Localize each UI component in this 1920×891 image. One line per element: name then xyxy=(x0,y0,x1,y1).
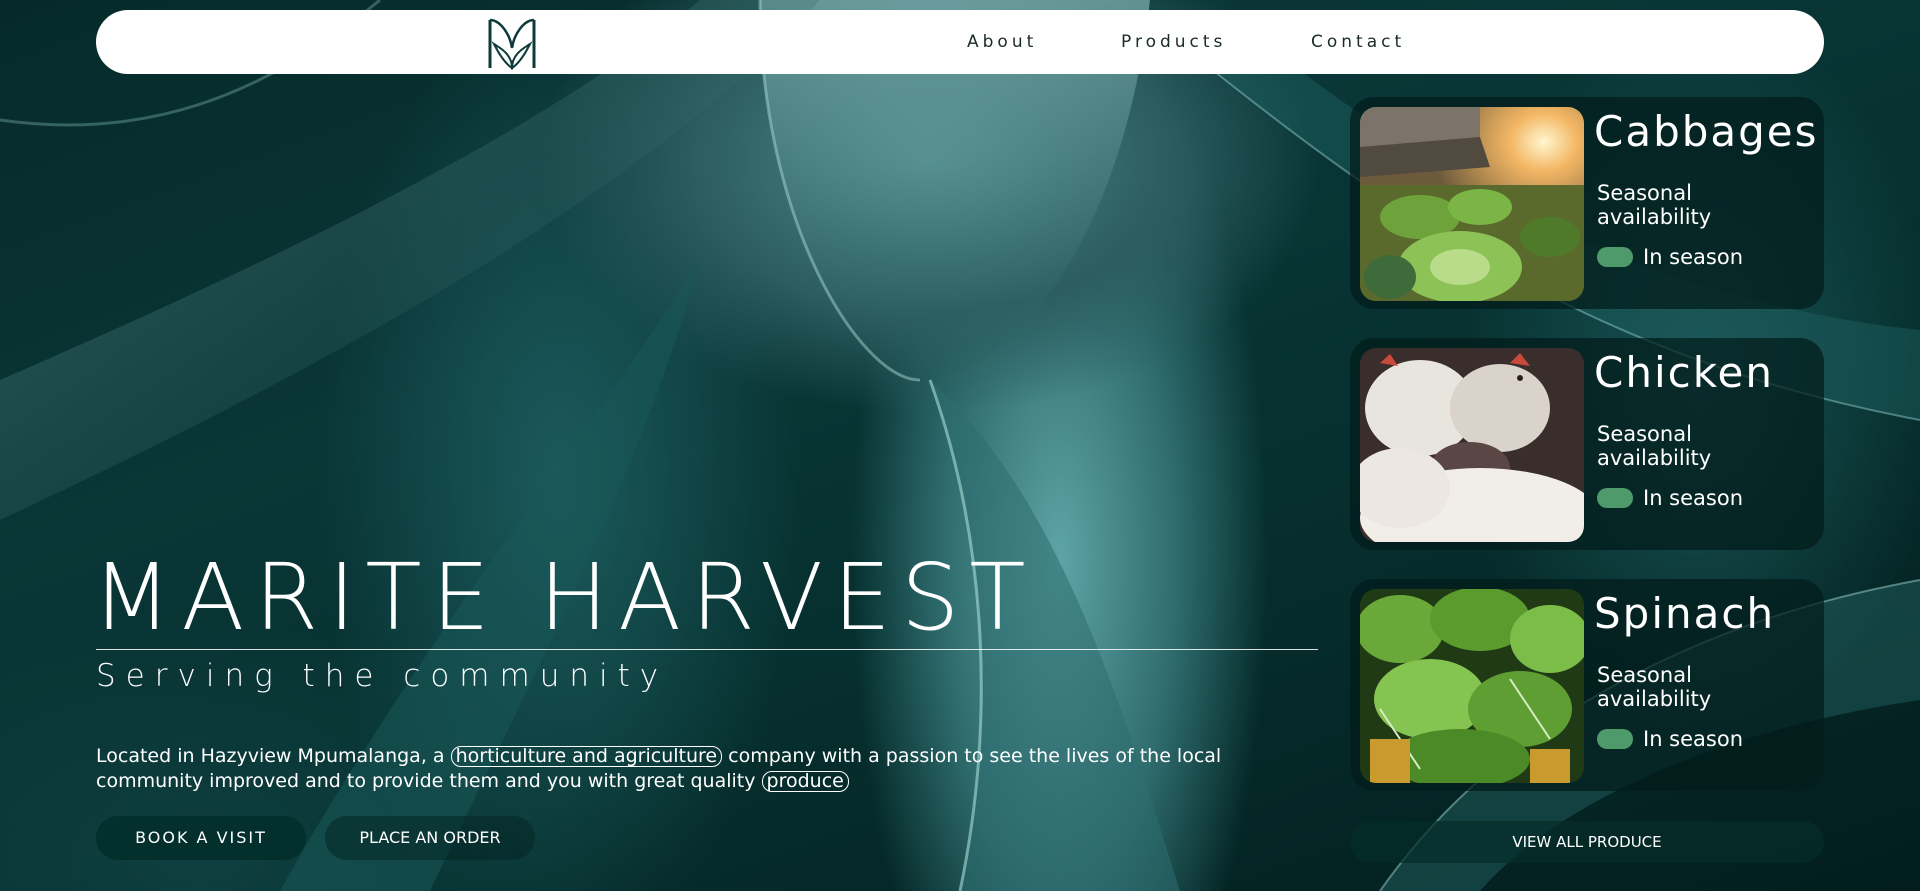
season-status: In season xyxy=(1597,244,1743,270)
hero-subtitle: Serving the community xyxy=(96,658,669,694)
book-visit-button[interactable]: BOOK A VISIT xyxy=(96,816,306,860)
spinach-photo xyxy=(1360,589,1584,783)
hero-description: Located in Hazyview Mpumalanga, a hortic… xyxy=(96,744,1236,794)
status-indicator-icon xyxy=(1597,247,1633,267)
season-status: In season xyxy=(1597,485,1743,511)
availability-label: Seasonal availability xyxy=(1597,422,1712,470)
status-indicator-icon xyxy=(1597,729,1633,749)
season-status: In season xyxy=(1597,726,1743,752)
view-all-produce-button[interactable]: VIEW ALL PRODUCE xyxy=(1350,821,1824,863)
product-card-chicken[interactable]: Chicken Seasonal availability In season xyxy=(1350,338,1824,550)
nav-link-about[interactable]: About xyxy=(967,30,1037,54)
product-name: Chicken xyxy=(1594,348,1774,397)
hero-title: MARITE HARVEST xyxy=(92,544,1036,651)
chickens-photo xyxy=(1360,348,1584,542)
availability-label: Seasonal availability xyxy=(1597,663,1712,711)
availability-label: Seasonal availability xyxy=(1597,181,1712,229)
nav-link-products[interactable]: Products xyxy=(1121,30,1226,54)
product-card-spinach[interactable]: Spinach Seasonal availability In season xyxy=(1350,579,1824,791)
product-card-cabbages[interactable]: Cabbages Seasonal availability In season xyxy=(1350,97,1824,309)
nav-link-contact[interactable]: Contact xyxy=(1311,30,1405,54)
status-text: In season xyxy=(1643,727,1744,751)
cabbage-field-photo xyxy=(1360,107,1584,301)
top-nav-bar: About Products Contact xyxy=(96,10,1824,74)
produce-tag-link[interactable]: produce xyxy=(761,771,849,792)
status-text: In season xyxy=(1643,245,1744,269)
description-text: Located in Hazyview Mpumalanga, a xyxy=(96,745,451,767)
status-indicator-icon xyxy=(1597,488,1633,508)
product-name: Cabbages xyxy=(1594,107,1819,156)
place-order-button[interactable]: PLACE AN ORDER xyxy=(325,816,535,860)
product-name: Spinach xyxy=(1594,589,1776,638)
hero-divider xyxy=(96,649,1318,650)
status-text: In season xyxy=(1643,486,1744,510)
horticulture-tag-link[interactable]: horticulture and agriculture xyxy=(450,746,723,767)
leaf-monogram-logo[interactable] xyxy=(486,14,538,72)
